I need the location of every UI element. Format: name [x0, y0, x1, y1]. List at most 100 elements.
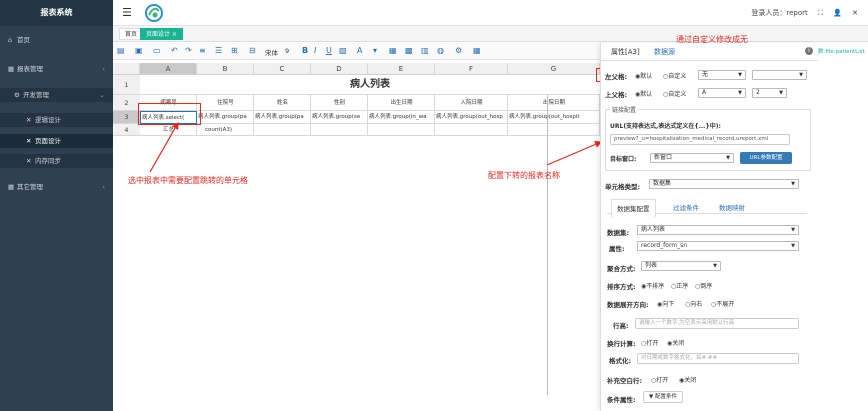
header-cell[interactable]: 出生日期 — [368, 95, 435, 111]
condition-config-button[interactable]: ▼ 配置条件 — [643, 391, 683, 403]
expand-right-radio[interactable]: ○向右 — [685, 299, 702, 308]
redo-icon[interactable]: ↷ — [185, 46, 192, 55]
undo-icon[interactable]: ↶ — [171, 46, 178, 55]
align-icon[interactable]: ≡ — [199, 46, 206, 55]
data-cell[interactable]: 病人列表.group(se — [311, 111, 368, 124]
empty-cell[interactable] — [311, 124, 368, 136]
header-cell[interactable]: 入院日期 — [435, 95, 508, 111]
data-cell[interactable]: 病人列表.group(in_wa — [368, 111, 435, 124]
border-icon[interactable]: ⊟ — [249, 46, 256, 55]
format-input[interactable]: 对日期或数字格式化，如#.## — [637, 353, 799, 364]
top-parent-row-select[interactable]: 2 ▼ — [752, 88, 787, 98]
column-header[interactable]: A — [140, 63, 197, 75]
fill-on-radio[interactable]: ○打开 — [651, 375, 668, 384]
column-header[interactable]: C — [254, 63, 311, 75]
expand-down-radio[interactable]: ◉向下 — [657, 299, 674, 308]
data-cell[interactable]: 病人列表.group(pa — [254, 111, 311, 124]
left-parent-radio-custom[interactable]: ○自定义 — [663, 71, 686, 80]
report-title-cell[interactable]: 病人列表 — [140, 75, 600, 95]
row-header[interactable]: 1 — [113, 75, 140, 95]
fullscreen-icon[interactable]: ⛶ — [818, 9, 823, 17]
subtab-filter[interactable]: 过滤条件 — [673, 202, 699, 212]
fill-color-icon[interactable]: ▾ — [373, 46, 377, 55]
left-parent-row-select[interactable]: ▼ — [752, 70, 807, 80]
font-size-select[interactable]: 9 — [285, 47, 289, 55]
url-input[interactable]: preview?_u=hospitalization_medical_recor… — [610, 134, 790, 145]
url-param-config-button[interactable]: URL参数配置 — [740, 152, 792, 164]
row-header[interactable]: 4 — [113, 124, 140, 136]
sidebar-item-dev-management[interactable]: ⚙ 开发管理 ⌄ — [0, 88, 113, 102]
tab-cell-properties[interactable]: 属性[A3] — [611, 47, 640, 57]
merge-icon[interactable]: ⊞ — [231, 46, 238, 55]
left-parent-select[interactable]: 无 ▼ — [698, 70, 746, 80]
insert-image-icon[interactable]: ▦ — [389, 46, 397, 55]
data-cell[interactable]: 病人列表.group(out_hospit — [508, 111, 600, 124]
left-parent-radio-default[interactable]: ◉默认 — [635, 71, 652, 80]
globe-icon[interactable]: ◍ — [437, 46, 444, 55]
target-window-select[interactable]: 新窗口 ▼ — [650, 153, 734, 163]
empty-cell[interactable] — [435, 124, 508, 136]
header-cell[interactable]: 性别 — [311, 95, 368, 111]
aggregate-select[interactable]: 列表 ▼ — [641, 261, 721, 271]
subtab-dataset-config[interactable]: 数据集配置 — [611, 199, 656, 217]
header-cell[interactable]: 住院号 — [197, 95, 254, 111]
tab-page-design[interactable]: 页面设计 × — [140, 28, 183, 40]
settings-icon[interactable]: ⚙ — [455, 46, 462, 55]
empty-cell[interactable] — [368, 124, 435, 136]
row-header[interactable]: 3 — [113, 111, 140, 124]
info-icon[interactable]: i — [805, 47, 813, 55]
top-parent-radio-custom[interactable]: ○自定义 — [663, 89, 686, 98]
image-icon[interactable]: ▨ — [339, 46, 347, 55]
empty-cell[interactable] — [254, 124, 311, 136]
row-height-input[interactable]: 请输入一个数字,为空表示采用默认行高 — [635, 318, 799, 329]
data-cell[interactable]: 病人列表.group(out_hosp — [435, 111, 508, 124]
top-parent-radio-default[interactable]: ◉默认 — [635, 89, 652, 98]
column-header[interactable]: E — [368, 63, 435, 75]
empty-cell[interactable] — [508, 124, 600, 136]
close-icon[interactable]: ✕ — [852, 9, 858, 17]
column-header[interactable]: F — [435, 63, 508, 75]
bold-icon[interactable]: B — [302, 46, 308, 55]
save-icon[interactable]: ▣ — [135, 46, 143, 55]
header-cell[interactable]: 姓名 — [254, 95, 311, 111]
expand-none-radio[interactable]: ○不展开 — [711, 299, 734, 308]
subtab-data-mapping[interactable]: 数据映射 — [719, 202, 745, 212]
font-family-select[interactable]: 宋体 — [265, 47, 278, 57]
sidebar-item-page-design[interactable]: ✕ 页面设计 — [0, 134, 113, 148]
tab-datasource[interactable]: 数据源 — [654, 47, 675, 57]
align-middle-icon[interactable]: ☰ — [215, 46, 222, 55]
sidebar-item-home[interactable]: ⌂ 首页 — [0, 33, 113, 47]
column-header[interactable]: D — [311, 63, 368, 75]
top-parent-select[interactable]: A ▼ — [698, 88, 746, 98]
wrap-on-radio[interactable]: ○打开 — [641, 338, 658, 347]
preview-icon[interactable]: ▭ — [153, 46, 161, 55]
sidebar-item-other-management[interactable]: ▦ 其它管理 ‹ — [0, 180, 113, 194]
header-cell[interactable]: 出院日期 — [508, 95, 600, 111]
wrap-off-radio[interactable]: ◉关闭 — [667, 338, 684, 347]
font-color-icon[interactable]: A — [357, 46, 362, 55]
fill-off-radio[interactable]: ◉关闭 — [679, 375, 696, 384]
user-icon[interactable]: 👤 — [833, 9, 842, 17]
new-icon[interactable]: ▤ — [117, 46, 125, 55]
sidebar-item-report-management[interactable]: ▦ 报表管理 ‹ — [0, 62, 113, 76]
cell-type-select[interactable]: 数据集 ▼ — [649, 179, 799, 189]
italic-icon[interactable]: I — [314, 46, 316, 55]
underline-icon[interactable]: U — [326, 46, 332, 55]
barcode-icon[interactable]: ▥ — [421, 46, 429, 55]
summary-cell[interactable]: 汇总 — [140, 124, 197, 136]
grid-settings-icon[interactable]: ▦ — [473, 46, 481, 55]
sort-none-radio[interactable]: ◉不排序 — [641, 281, 664, 290]
menu-toggle-icon[interactable]: ☰ — [122, 6, 132, 19]
sort-desc-radio[interactable]: ○倒序 — [695, 281, 712, 290]
chart-icon[interactable]: ▩ — [405, 46, 413, 55]
dataset-select[interactable]: 病人列表 ▼ — [637, 225, 799, 235]
data-cell[interactable]: 病人列表.group(pa — [197, 111, 254, 124]
sidebar-item-logic-design[interactable]: ✕ 逻辑设计 — [0, 113, 113, 127]
column-header[interactable]: G — [508, 63, 600, 75]
property-select[interactable]: record_form_sn ▼ — [637, 241, 799, 251]
sort-asc-radio[interactable]: ○正序 — [671, 281, 688, 290]
summary-cell[interactable]: count(A3) — [197, 124, 254, 136]
sidebar-item-memory-sync[interactable]: ✕ 内存同步 — [0, 154, 113, 168]
row-header[interactable]: 2 — [113, 95, 140, 111]
column-header[interactable]: B — [197, 63, 254, 75]
